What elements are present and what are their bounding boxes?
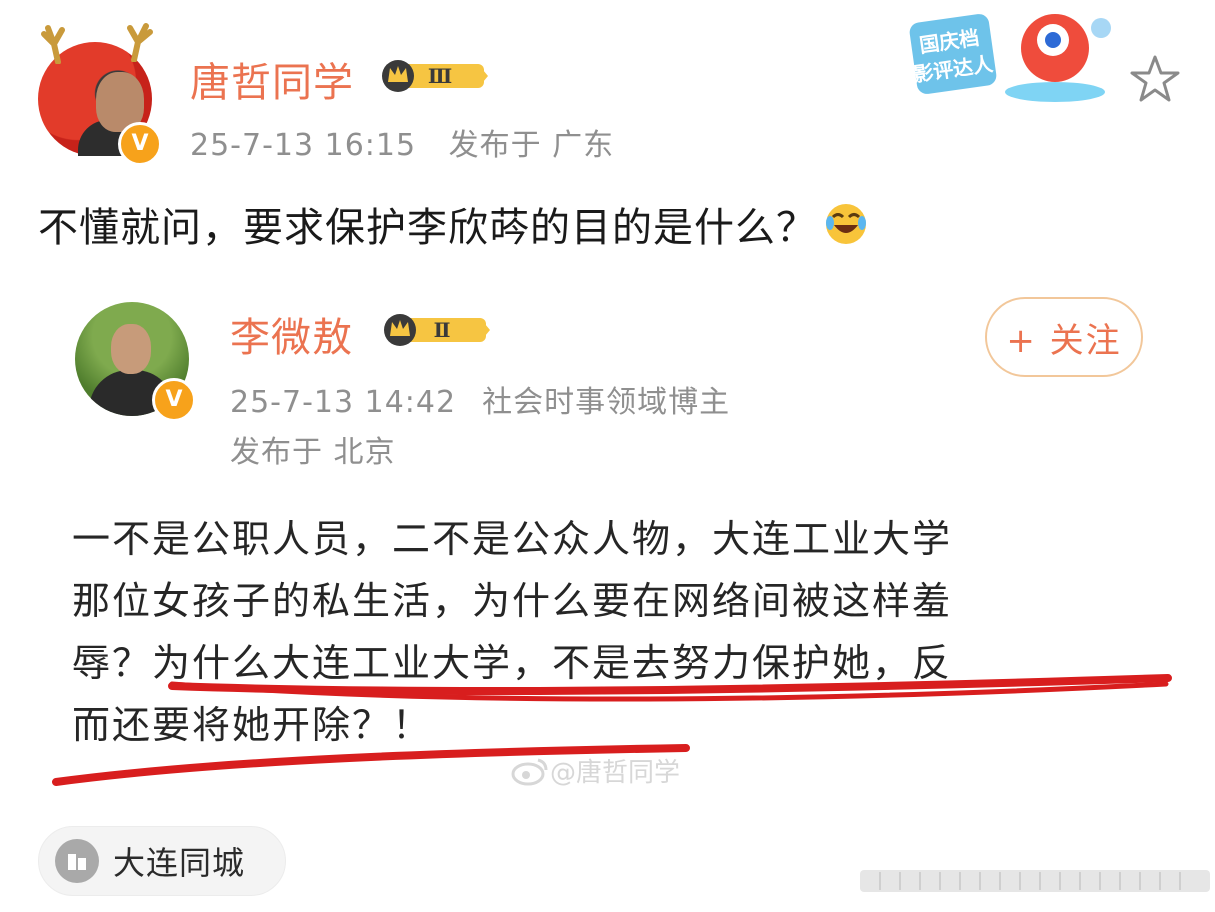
building-icon bbox=[55, 839, 99, 883]
watermark-text: @唐哲同学 bbox=[550, 758, 681, 788]
location-label: 大连同城 bbox=[113, 844, 246, 882]
watermark: @唐哲同学 bbox=[510, 752, 680, 789]
weibo-logo-icon bbox=[511, 758, 548, 785]
scroll-indicator bbox=[860, 870, 1210, 892]
location-chip[interactable]: 大连同城 bbox=[38, 826, 286, 896]
